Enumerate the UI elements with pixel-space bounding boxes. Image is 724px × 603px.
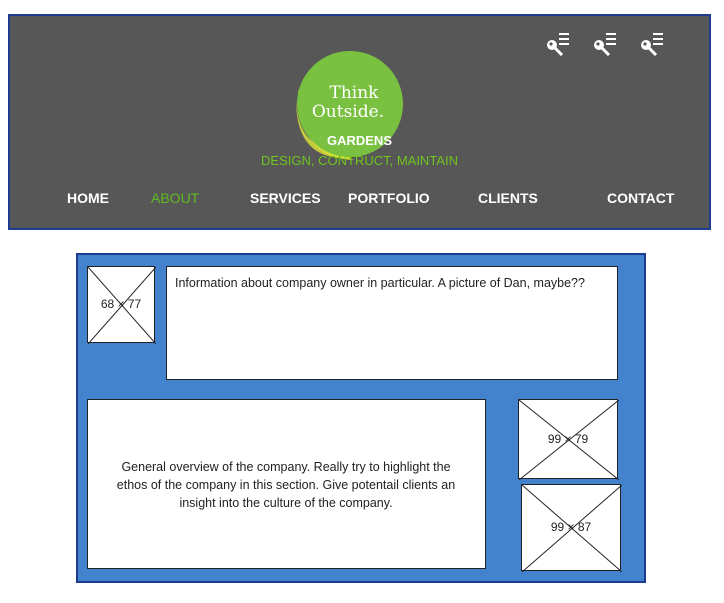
logo-line-2: Outside. xyxy=(312,102,384,122)
brand-tagline: DESIGN, CONTRUCT, MAINTAIN xyxy=(261,153,458,168)
key-list-icon[interactable] xyxy=(545,30,571,57)
owner-info-text: Information about company owner in parti… xyxy=(175,276,585,290)
image-2-size-label: 99 × 79 xyxy=(547,432,589,446)
nav-portfolio[interactable]: PORTFOLIO xyxy=(348,190,430,206)
image-3-size-label: 99 × 87 xyxy=(550,520,592,534)
image-placeholder-2: 99 × 79 xyxy=(518,399,619,480)
owner-info-box: Information about company owner in parti… xyxy=(166,266,618,380)
nav-clients[interactable]: CLIENTS xyxy=(478,190,538,206)
brand-name: GARDENS xyxy=(326,133,392,148)
nav-contact[interactable]: CONTACT xyxy=(607,190,674,206)
key-list-icon[interactable] xyxy=(592,30,618,57)
owner-image-placeholder: 68 × 77 xyxy=(87,266,156,344)
logo-line-1: Think xyxy=(330,83,380,103)
company-overview-text: General overview of the company. Really … xyxy=(116,460,456,510)
about-content-panel: 68 × 77 Information about company owner … xyxy=(76,253,646,583)
nav-services[interactable]: SERVICES xyxy=(250,190,321,206)
nav-home[interactable]: HOME xyxy=(67,190,109,206)
key-list-icon[interactable] xyxy=(639,30,665,57)
company-overview-box: General overview of the company. Really … xyxy=(87,399,486,569)
site-header: Think Outside. GARDENS DESIGN, CONTRUCT,… xyxy=(8,14,711,230)
image-placeholder-3: 99 × 87 xyxy=(521,484,622,572)
owner-image-size-label: 68 × 77 xyxy=(100,297,142,311)
nav-about[interactable]: ABOUT xyxy=(151,190,199,206)
